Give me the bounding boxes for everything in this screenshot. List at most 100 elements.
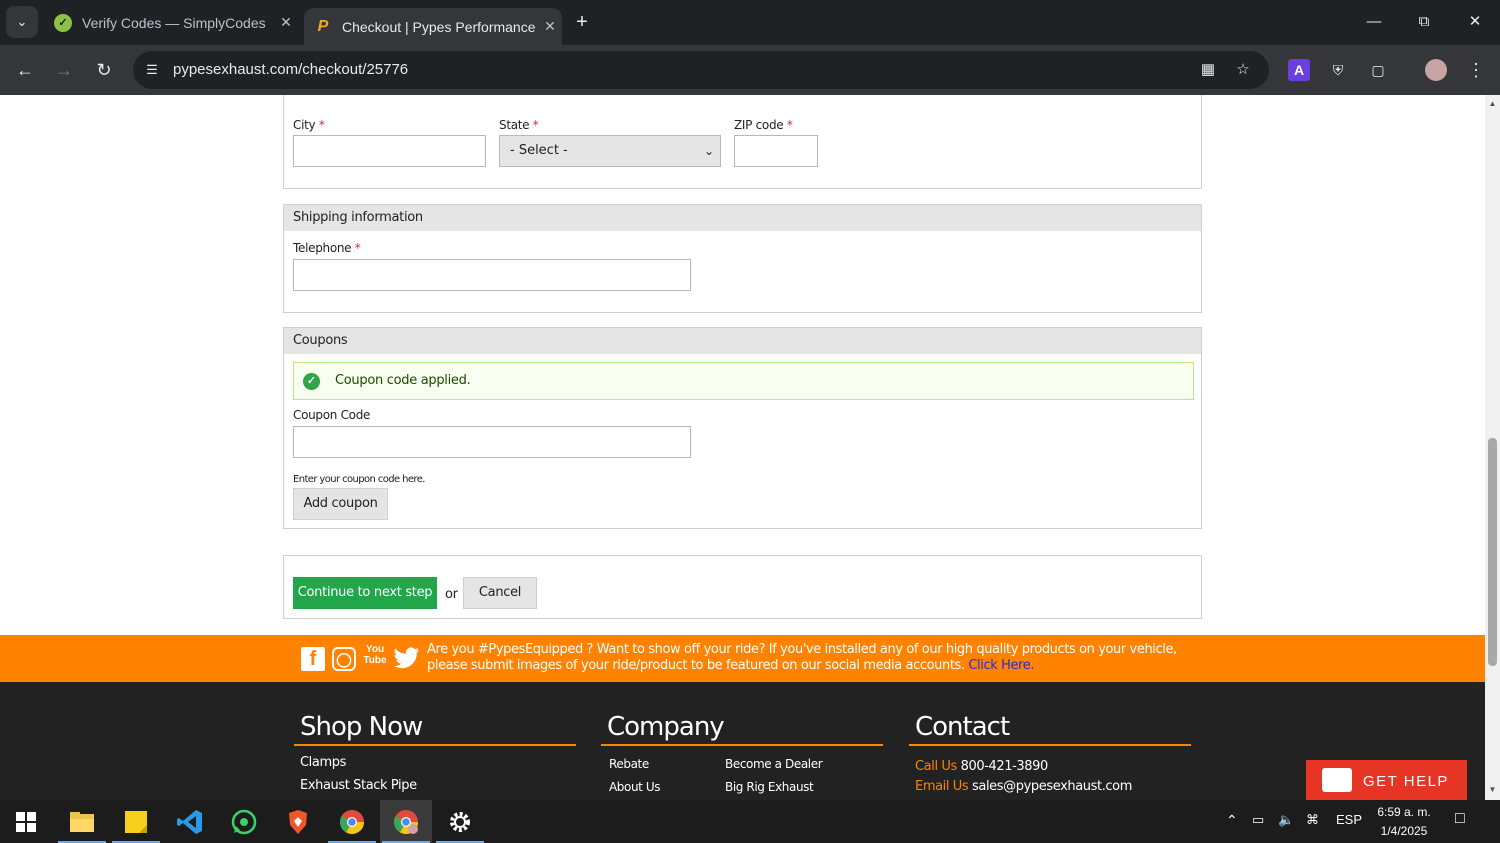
shipping-heading: Shipping information	[284, 205, 1201, 231]
social-promo-text: Are you #PypesEquipped ? Want to show of…	[427, 642, 1177, 673]
address-bar[interactable]: ☰ pypesexhaust.com/checkout/25776 ▦ ☆	[133, 51, 1269, 89]
footer-link-become-dealer[interactable]: Become a Dealer	[725, 757, 823, 771]
settings-gear-icon[interactable]	[434, 800, 486, 843]
state-select[interactable]: - Select - ⌄	[499, 135, 721, 167]
notifications-icon[interactable]: □	[1455, 810, 1465, 828]
facebook-icon[interactable]: f	[301, 647, 325, 671]
chevron-down-icon: ⌄	[703, 144, 714, 158]
tab-search-chevron-icon[interactable]: ⌄	[6, 6, 38, 38]
coupons-panel: Coupons ✓ Coupon code applied. Coupon Co…	[283, 327, 1202, 529]
get-help-label: GET HELP	[1363, 773, 1449, 790]
windows-taskbar: ⌃ ▭ 🔈 ⌘ ESP 6:59 a. m. 1/4/2025 □	[0, 800, 1500, 843]
scroll-down-arrow-icon[interactable]: ▼	[1488, 785, 1497, 794]
shield-extension-icon[interactable]: ⛨	[1327, 59, 1349, 81]
bookmark-star-icon[interactable]: ☆	[1233, 60, 1253, 80]
tray-chevron-up-icon[interactable]: ⌃	[1226, 812, 1238, 829]
footer-link-clamps[interactable]: Clamps	[300, 755, 346, 770]
chat-bubble-icon	[1322, 768, 1352, 792]
cancel-button[interactable]: Cancel	[463, 577, 537, 609]
checkout-page: City * State * - Select - ⌄ ZIP code * S…	[0, 95, 1485, 800]
tab-simplycodes[interactable]: ✓ Verify Codes — SimplyCodes ✕	[44, 0, 298, 45]
state-label: State *	[499, 118, 539, 132]
language-indicator[interactable]: ESP	[1336, 812, 1362, 827]
instagram-icon[interactable]: ◯	[332, 647, 356, 671]
back-icon[interactable]: ←	[11, 56, 39, 84]
zip-label: ZIP code *	[734, 118, 793, 132]
city-label: City *	[293, 118, 325, 132]
state-select-value: - Select -	[510, 143, 568, 158]
youtube-icon[interactable]: You Tube	[362, 644, 388, 674]
url-text: pypesexhaust.com/checkout/25776	[173, 61, 409, 78]
footer-link-rebate[interactable]: Rebate	[609, 757, 649, 771]
tab-checkout[interactable]: P Checkout | Pypes Performance E ✕	[304, 8, 562, 45]
vscode-icon[interactable]	[164, 800, 216, 843]
footer-shop-title: Shop Now	[300, 712, 423, 742]
coupon-code-label: Coupon Code	[293, 408, 371, 422]
click-here-link[interactable]: Click Here.	[968, 658, 1034, 673]
coupon-success-text: Coupon code applied.	[335, 373, 471, 388]
new-tab-icon[interactable]: +	[570, 10, 594, 34]
coupon-code-input[interactable]	[293, 426, 691, 458]
forward-icon[interactable]: →	[50, 56, 78, 84]
reload-icon[interactable]: ↻	[90, 56, 118, 84]
sticky-notes-icon[interactable]	[110, 800, 162, 843]
windows-start-icon[interactable]	[0, 800, 52, 843]
get-help-button[interactable]: GET HELP	[1306, 760, 1467, 800]
volume-icon[interactable]: 🔈	[1278, 812, 1294, 828]
file-explorer-icon[interactable]	[56, 800, 108, 843]
page-scrollbar[interactable]: ▲ ▼	[1485, 95, 1500, 800]
coupon-success-message: ✓ Coupon code applied.	[293, 362, 1194, 400]
site-info-icon[interactable]: ☰	[142, 60, 162, 80]
clock-date: 1/4/2025	[1380, 824, 1428, 838]
telephone-label: Telephone *	[293, 241, 361, 255]
minimize-icon[interactable]: —	[1354, 8, 1394, 36]
footer-contact-title: Contact	[915, 712, 1010, 742]
simplycodes-favicon-icon: ✓	[54, 13, 72, 32]
browser-toolbar: ← → ↻ ☰ pypesexhaust.com/checkout/25776 …	[0, 45, 1500, 95]
tab-title: Checkout | Pypes Performance E	[342, 18, 538, 35]
close-tab-icon[interactable]: ✕	[538, 18, 562, 35]
actions-panel: Continue to next step or Cancel	[283, 555, 1202, 619]
add-coupon-button[interactable]: Add coupon	[293, 488, 388, 520]
footer-contact-divider	[909, 744, 1191, 746]
browser-menu-icon[interactable]: ⋮	[1465, 59, 1487, 81]
footer-call-us: Call Us 800-421-3890	[915, 759, 1048, 774]
footer-link-big-rig-exhaust[interactable]: Big Rig Exhaust	[725, 780, 814, 794]
profile-avatar[interactable]	[1425, 59, 1447, 81]
brave-browser-icon[interactable]	[272, 800, 324, 843]
taskbar-clock[interactable]: 6:59 a. m. 1/4/2025	[1368, 803, 1440, 841]
scroll-up-arrow-icon[interactable]: ▲	[1488, 99, 1497, 108]
footer-company-title: Company	[607, 712, 725, 742]
coupon-help-text: Enter your coupon code here.	[293, 474, 425, 485]
twitter-icon[interactable]	[394, 647, 420, 671]
footer-email-us: Email Us sales@pypesexhaust.com	[915, 779, 1132, 794]
zip-input[interactable]	[734, 135, 818, 167]
extensions-puzzle-icon[interactable]: ▢	[1367, 59, 1389, 81]
check-circle-icon: ✓	[303, 373, 320, 390]
translate-icon[interactable]: ▦	[1198, 60, 1218, 80]
scrollbar-thumb[interactable]	[1488, 438, 1497, 666]
footer-link-about-us[interactable]: About Us	[609, 780, 661, 794]
pypes-favicon-icon: P	[317, 17, 329, 35]
battery-icon[interactable]: ▭	[1252, 812, 1264, 828]
close-tab-icon[interactable]: ✕	[274, 14, 298, 31]
or-text: or	[445, 587, 458, 602]
chrome-icon[interactable]	[326, 800, 378, 843]
footer-link-exhaust-stack-pipe[interactable]: Exhaust Stack Pipe	[300, 778, 417, 793]
footer-shop-divider	[294, 744, 576, 746]
continue-button[interactable]: Continue to next step	[293, 577, 437, 609]
browser-tab-bar: ⌄ ✓ Verify Codes — SimplyCodes ✕ P Check…	[0, 0, 1500, 45]
whatsapp-icon[interactable]	[218, 800, 270, 843]
extension-a-icon[interactable]: A	[1288, 59, 1310, 81]
footer-phone-link[interactable]: 800-421-3890	[961, 759, 1049, 774]
clock-time: 6:59 a. m.	[1377, 805, 1431, 819]
coupons-heading: Coupons	[284, 328, 1201, 354]
chrome-profile-icon[interactable]	[380, 800, 432, 843]
wifi-icon[interactable]: ⌘	[1306, 812, 1319, 828]
city-input[interactable]	[293, 135, 486, 167]
close-window-icon[interactable]: ✕	[1455, 8, 1495, 36]
restore-icon[interactable]: ⧉	[1404, 8, 1444, 36]
footer-email-link[interactable]: sales@pypesexhaust.com	[972, 779, 1132, 794]
footer-company-divider	[601, 744, 883, 746]
telephone-input[interactable]	[293, 259, 691, 291]
